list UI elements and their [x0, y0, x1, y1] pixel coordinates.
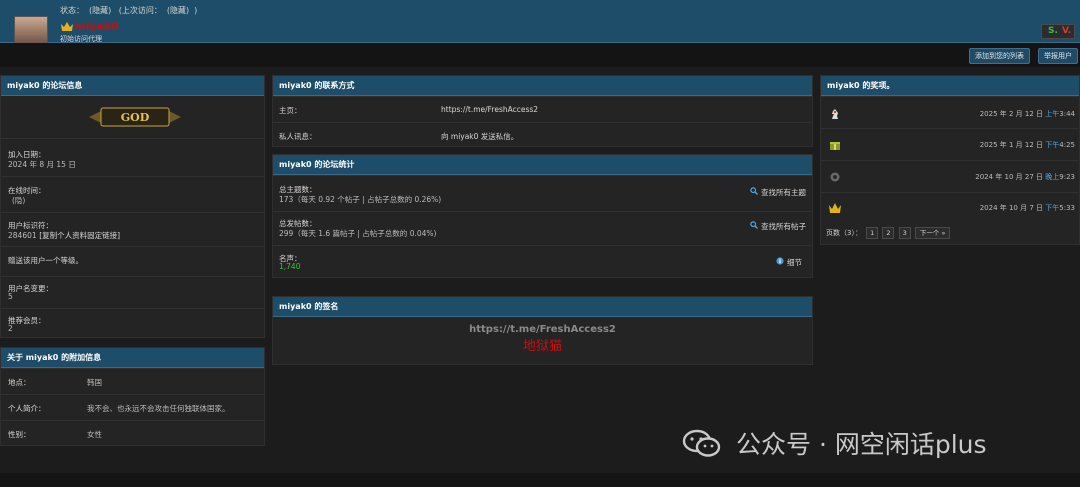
- wechat-icon: [682, 429, 721, 457]
- signature-name: 地狱猫: [522, 339, 562, 354]
- rate-user-link[interactable]: 赠送该用户一个等级。: [8, 255, 83, 266]
- online-time-row: 在线时间： (隐): [1, 176, 264, 212]
- page-footer: [0, 473, 1080, 487]
- reputation-value: 1,740: [279, 262, 301, 271]
- social-s-icon[interactable]: S.: [1048, 26, 1058, 36]
- find-posts-button[interactable]: 查找所有帖子: [750, 221, 806, 232]
- god-badge-text: GOD: [121, 111, 150, 124]
- online-time-value: (隐): [12, 196, 26, 205]
- signature-title: miyak0 的签名: [273, 297, 812, 317]
- status-label: 状态：: [60, 6, 84, 15]
- user-id-line: 284601 [复制个人资料固定链接]: [8, 230, 120, 241]
- report-user-button[interactable]: 举报用户: [1038, 48, 1078, 64]
- user-id-row: 用户标识符： 284601 [复制个人资料固定链接]: [1, 212, 264, 246]
- page-3-button[interactable]: 3: [898, 227, 911, 239]
- pm-label: 私人讯息：: [279, 132, 317, 141]
- forum-info-title: miyak0 的论坛信息: [1, 76, 264, 96]
- gift-icon: [830, 142, 840, 150]
- last-visit-close: ): [194, 6, 198, 15]
- awards-pagination: 页数（3）： 1 2 3 下一个 »: [826, 227, 951, 239]
- stats-panel: miyak0 的论坛统计 总主题数： 173（每天 0.92 个帖子 | 占帖子…: [272, 154, 813, 278]
- find-posts-label: 查找所有帖子: [761, 222, 806, 231]
- send-pm-link[interactable]: 向 miyak0 发送私信。: [441, 131, 518, 142]
- homepage-label: 主页：: [279, 106, 302, 115]
- social-v-icon[interactable]: V.: [1062, 26, 1071, 36]
- next-page-button[interactable]: 下一个 »: [914, 227, 951, 239]
- status-value: (隐藏): [89, 6, 112, 15]
- referrals-value: 2: [8, 324, 13, 333]
- details-label: 细节: [787, 258, 802, 267]
- user-status: 状态： (隐藏) (上次访问： (隐藏)): [60, 5, 202, 16]
- award-row: 2025 年 2 月 12 日 上午3:44: [821, 96, 1079, 128]
- crown-icon: [61, 22, 73, 31]
- username: miyak0: [74, 20, 119, 33]
- homepage-row: 主页： https://t.me/FreshAccess2: [273, 96, 812, 122]
- rate-user-row: 赠送该用户一个等级。: [1, 246, 264, 276]
- gender-value: 女性: [87, 430, 102, 439]
- signature-panel: miyak0 的签名 https://t.me/FreshAccess2 地狱猫: [272, 296, 813, 365]
- copy-profile-link[interactable]: [复制个人资料固定链接]: [39, 231, 120, 240]
- award-time: 2025 年 1 月 12 日 下午4:25: [979, 141, 1075, 149]
- extra-info-panel: 关于 miyak0 的附加信息 地点： 韩国 个人简介： 我不会、也永远不会攻击…: [0, 347, 265, 446]
- signature-url[interactable]: https://t.me/FreshAccess2: [273, 324, 812, 335]
- search-icon: [750, 221, 759, 229]
- page-2-button[interactable]: 2: [882, 227, 895, 239]
- reputation-details-button[interactable]: 细节: [776, 257, 802, 268]
- award-row: 2024 年 10 月 7 日 下午5:33: [821, 192, 1079, 222]
- crown-icon: [829, 203, 841, 213]
- info-icon: [776, 257, 785, 265]
- last-visit-label: (上次访问：: [118, 6, 162, 15]
- social-badges[interactable]: S. V.: [1041, 24, 1075, 39]
- pm-row: 私人讯息： 向 miyak0 发送私信。: [273, 122, 812, 148]
- contact-panel: miyak0 的联系方式 主页： https://t.me/FreshAcces…: [272, 75, 813, 147]
- gear-medal-icon: [830, 172, 840, 182]
- awards-title: miyak0 的奖项。: [821, 76, 1079, 96]
- threads-value: 173（每天 0.92 个帖子 | 占帖子总数的 0.26%): [279, 195, 442, 204]
- search-icon: [750, 187, 759, 195]
- page-1-button[interactable]: 1: [866, 227, 879, 239]
- watermark-text: 公众号 · 网空闲话plus: [736, 430, 987, 459]
- referrals-row: 推荐会员： 2: [1, 308, 264, 338]
- status-bar: [0, 43, 1080, 67]
- location-row: 地点： 韩国: [1, 368, 264, 394]
- bio-row: 个人简介： 我不会、也永远不会攻击任何独联体国家。: [1, 394, 264, 420]
- god-rank-badge: GOD: [89, 107, 181, 127]
- find-threads-button[interactable]: 查找所有主题: [750, 187, 806, 198]
- homepage-link[interactable]: https://t.me/FreshAccess2: [441, 105, 538, 114]
- location-value: 韩国: [87, 378, 102, 387]
- extra-info-title: 关于 miyak0 的附加信息: [1, 348, 264, 368]
- awards-panel: miyak0 的奖项。 2025 年 2 月 12 日 上午3:44 2025 …: [820, 75, 1080, 245]
- rename-label: 用户名变更：: [8, 284, 53, 293]
- referrals-label: 推荐会员：: [8, 316, 46, 325]
- award-time: 2025 年 2 月 12 日 上午3:44: [979, 110, 1075, 118]
- contact-title: miyak0 的联系方式: [273, 76, 812, 96]
- chess-knight-icon: [832, 109, 838, 119]
- gender-row: 性别： 女性: [1, 420, 264, 446]
- join-date-row: 加入日期： 2024 年 8 月 15 日: [1, 138, 264, 176]
- award-time: 2024 年 10 月 7 日 下午5:33: [979, 204, 1075, 212]
- find-threads-label: 查找所有主题: [761, 188, 806, 197]
- bio-label: 个人简介：: [8, 404, 46, 413]
- join-date-value: 2024 年 8 月 15 日: [8, 160, 76, 169]
- location-label: 地点：: [8, 378, 31, 387]
- posts-value: 299（每天 1.6 篇帖子 | 占帖子总数的 0.04%): [279, 229, 437, 238]
- award-row: 2024 年 10 月 27 日 晚上9:23: [821, 160, 1079, 192]
- rename-value: 5: [8, 292, 13, 301]
- add-to-list-button[interactable]: 添加到您的列表: [969, 48, 1030, 64]
- reputation-row: 名声： 1,740 细节: [273, 245, 812, 279]
- last-visit-value: (隐藏): [166, 6, 190, 15]
- stats-title: miyak0 的论坛统计: [273, 155, 812, 175]
- user-id-value: 284601: [8, 231, 37, 240]
- award-row: 2025 年 1 月 12 日 下午4:25: [821, 128, 1079, 160]
- forum-info-panel: miyak0 的论坛信息 GOD 加入日期： 2024 年 8 月 15 日 在…: [0, 75, 265, 338]
- bio-value: 我不会、也永远不会攻击任何独联体国家。: [87, 404, 230, 413]
- award-time: 2024 年 10 月 27 日 晚上9:23: [975, 173, 1075, 181]
- pages-label: 页数（3）：: [826, 229, 862, 237]
- threads-row: 总主题数： 173（每天 0.92 个帖子 | 占帖子总数的 0.26%) 查找…: [273, 175, 812, 211]
- posts-row: 总发帖数： 299（每天 1.6 篇帖子 | 占帖子总数的 0.04%) 查找所…: [273, 211, 812, 245]
- gender-label: 性别：: [8, 430, 31, 439]
- rename-row: 用户名变更： 5: [1, 276, 264, 308]
